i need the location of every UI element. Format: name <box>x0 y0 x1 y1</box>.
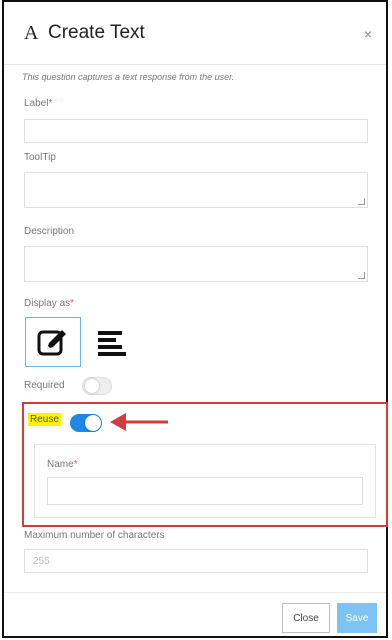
required-mark: * <box>48 98 53 109</box>
name-field-text: Name <box>47 459 74 470</box>
toggle-knob <box>85 415 101 431</box>
tooltip-field-label: ToolTip <box>24 152 56 163</box>
display-as-label: Display as* <box>24 298 74 309</box>
required-label: Required <box>24 380 65 391</box>
required-toggle[interactable] <box>82 377 112 395</box>
required-mark: * <box>73 459 78 470</box>
footer-divider <box>4 592 386 593</box>
required-mark: * <box>70 298 75 309</box>
name-input[interactable] <box>47 477 363 505</box>
label-field-label: Label* <box>24 98 52 109</box>
resize-grip-icon[interactable] <box>358 198 365 205</box>
text-type-icon: A <box>24 22 39 44</box>
close-button[interactable]: Close <box>282 603 330 633</box>
max-chars-label: Maximum number of characters <box>24 530 165 541</box>
close-icon[interactable]: × <box>364 26 372 42</box>
dialog-header: A Create Text × <box>4 2 386 65</box>
align-left-icon <box>98 331 126 356</box>
name-field-label: Name* <box>47 459 78 470</box>
save-button[interactable]: Save <box>337 603 377 633</box>
label-input[interactable] <box>24 119 368 143</box>
display-option-multiline[interactable] <box>94 328 130 358</box>
description-textarea[interactable] <box>24 246 368 282</box>
reuse-label: Reuse <box>28 413 61 426</box>
description-field-label: Description <box>24 226 75 237</box>
edit-icon <box>37 330 66 356</box>
reuse-toggle[interactable] <box>70 414 102 432</box>
dialog-title: Create Text <box>48 22 145 43</box>
display-as-text: Display as <box>24 298 71 309</box>
name-panel: Name* <box>34 444 376 518</box>
resize-grip-icon[interactable] <box>358 272 365 279</box>
tooltip-textarea[interactable] <box>24 172 368 208</box>
display-option-edit[interactable] <box>25 317 81 367</box>
toggle-knob <box>85 379 99 393</box>
intro-text: This question captures a text response f… <box>22 72 235 82</box>
label-field-text: Label <box>24 98 49 109</box>
pointer-arrow-icon <box>110 413 168 431</box>
max-chars-input[interactable]: 255 <box>24 549 368 573</box>
create-text-dialog: A Create Text × This question captures a… <box>2 0 388 638</box>
